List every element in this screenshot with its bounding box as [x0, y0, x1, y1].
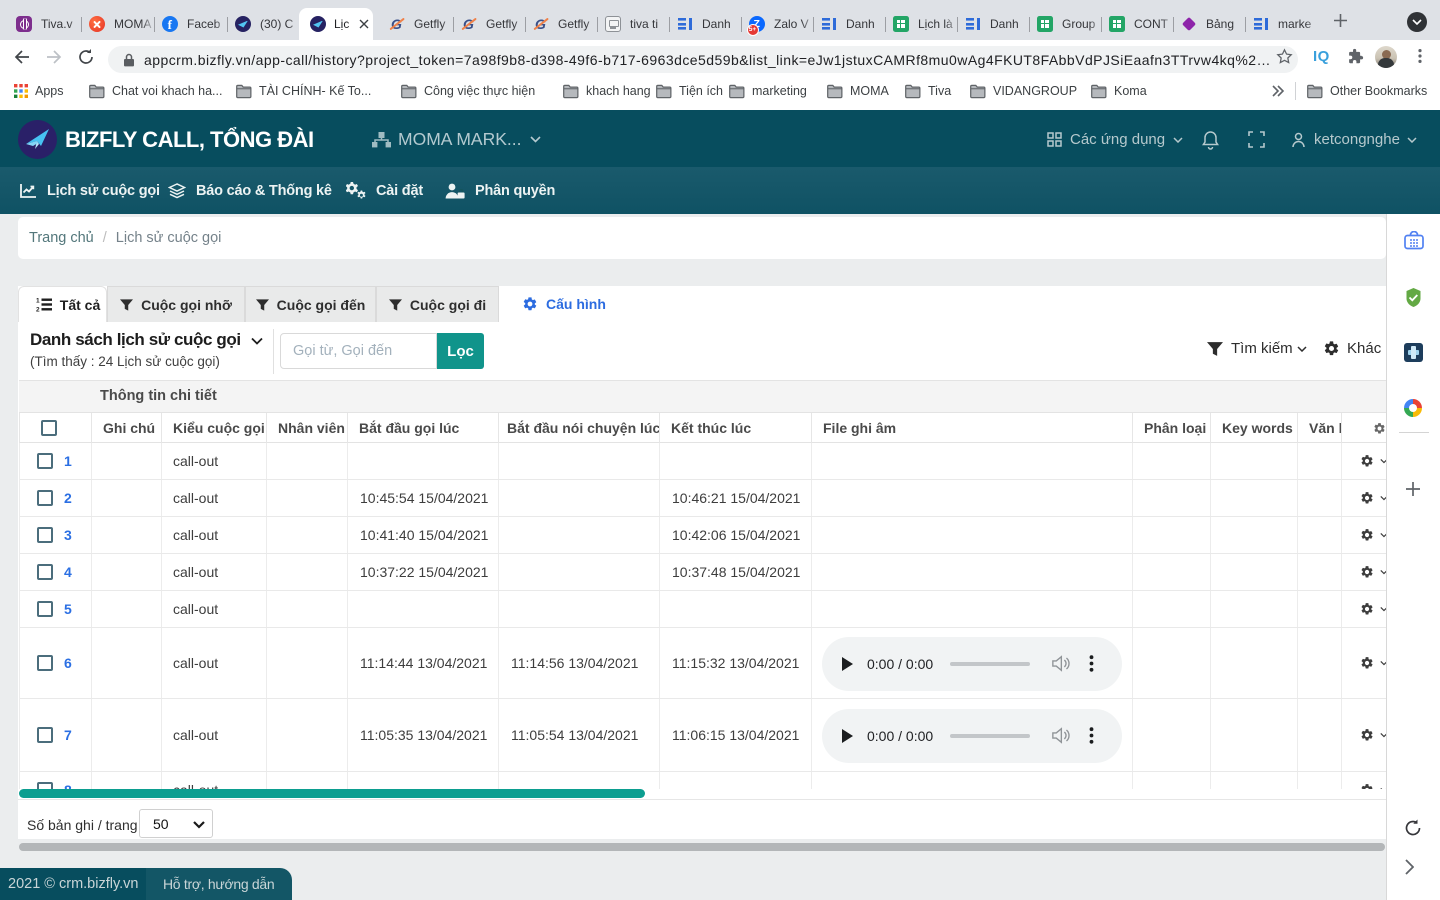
svg-text:2: 2: [36, 307, 40, 313]
svg-text:1: 1: [36, 298, 40, 305]
